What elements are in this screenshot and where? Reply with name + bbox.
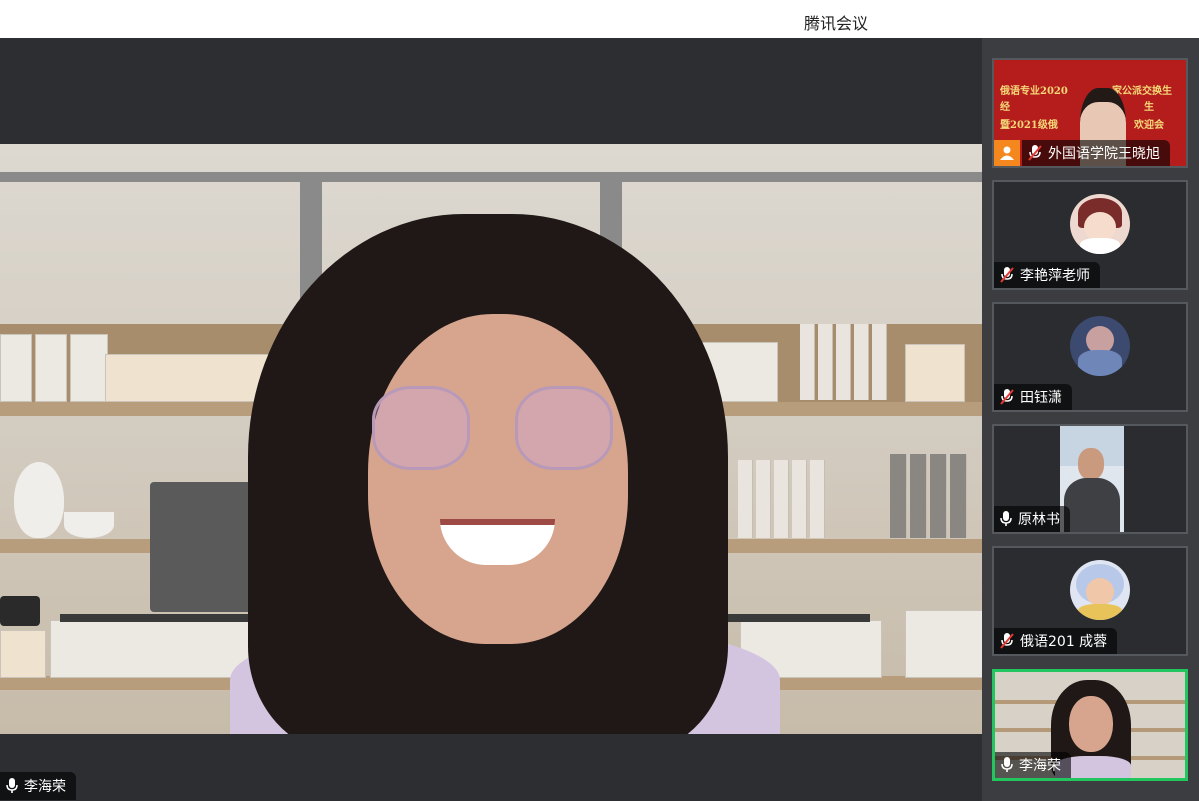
book — [800, 324, 815, 400]
participant-sidebar[interactable]: 俄语专业2020 家公派交换生 经 生 暨2021级俄 欢迎会 外国语学院王晓旭 — [982, 38, 1199, 801]
book — [818, 324, 833, 400]
microphone-icon — [6, 778, 18, 794]
participant-tile[interactable]: 俄语201 成蓉 — [992, 546, 1188, 656]
participant-name-tag: 李艳萍老师 — [994, 262, 1100, 288]
book — [910, 454, 927, 538]
book — [810, 460, 825, 538]
participant-tile[interactable]: 原林书 — [992, 424, 1188, 534]
bowl — [64, 512, 114, 538]
storage-box — [35, 334, 67, 402]
participant-tile[interactable]: 田钰潇 — [992, 302, 1188, 412]
book — [890, 454, 907, 538]
camera — [0, 596, 40, 626]
book — [872, 324, 887, 400]
window-title: 腾讯会议 — [803, 14, 868, 33]
participant-name: 外国语学院王晓旭 — [1048, 146, 1160, 162]
title-bar: 腾讯会议 — [0, 0, 1199, 39]
banner-text: 家公派交换生 — [1112, 86, 1172, 97]
book — [950, 454, 967, 538]
muted-microphone-icon — [1028, 145, 1042, 161]
glasses-right — [515, 386, 613, 470]
shelf-frame-top — [0, 172, 982, 182]
speaker-face — [368, 314, 628, 644]
participant-tile[interactable]: 俄语专业2020 家公派交换生 经 生 暨2021级俄 欢迎会 外国语学院王晓旭 — [992, 58, 1188, 168]
participant-name: 李海荣 — [1019, 758, 1061, 774]
muted-microphone-icon — [1000, 389, 1014, 405]
storage-box — [70, 334, 108, 402]
main-speaker-name-tag: 李海荣 — [0, 772, 76, 800]
main-video-area[interactable]: 李海荣 — [0, 38, 982, 801]
main-speaker-name: 李海荣 — [24, 779, 66, 795]
main-speaker-video[interactable] — [0, 144, 982, 734]
storage-box — [0, 334, 32, 402]
participant-name-tag: 外国语学院王晓旭 — [1022, 140, 1170, 166]
banner-text: 生 — [1144, 102, 1154, 113]
participant-tile[interactable]: 李艳萍老师 — [992, 180, 1188, 290]
participant-name: 田钰潇 — [1020, 390, 1062, 406]
book — [792, 460, 807, 538]
book — [774, 460, 789, 538]
participant-name: 俄语201 成蓉 — [1020, 634, 1108, 650]
muted-microphone-icon — [1000, 267, 1014, 283]
illustration-avatar — [1070, 316, 1130, 376]
storage-box — [50, 620, 252, 678]
muted-microphone-icon — [1000, 633, 1014, 649]
participant-name-tag: 李海荣 — [995, 752, 1071, 778]
person-icon — [994, 140, 1020, 166]
storage-box — [905, 610, 982, 678]
participant-name: 李艳萍老师 — [1020, 268, 1090, 284]
book — [930, 454, 947, 538]
banner-text: 欢迎会 — [1134, 120, 1164, 131]
storage-box — [905, 344, 965, 402]
participant-name-tag: 原林书 — [994, 506, 1070, 532]
microphone-icon — [1000, 511, 1012, 527]
book — [854, 324, 869, 400]
vase — [14, 462, 64, 538]
banner-text: 俄语专业2020 — [1000, 86, 1068, 97]
participant-name-tag: 田钰潇 — [994, 384, 1072, 410]
book — [738, 460, 753, 538]
participant-name-tag: 俄语201 成蓉 — [994, 628, 1118, 654]
storage-box — [0, 630, 46, 678]
banner-text: 暨2021级俄 — [1000, 120, 1058, 131]
child-avatar — [1070, 560, 1130, 620]
microphone-icon — [1001, 757, 1013, 773]
book — [836, 324, 851, 400]
book — [756, 460, 771, 538]
participant-tile-active[interactable]: 李海荣 — [992, 669, 1188, 781]
banner-text: 经 — [1000, 102, 1010, 113]
storage-box — [105, 354, 272, 402]
participant-name: 原林书 — [1018, 512, 1060, 528]
cartoon-girl-avatar — [1070, 194, 1130, 254]
glasses-left — [372, 386, 470, 470]
